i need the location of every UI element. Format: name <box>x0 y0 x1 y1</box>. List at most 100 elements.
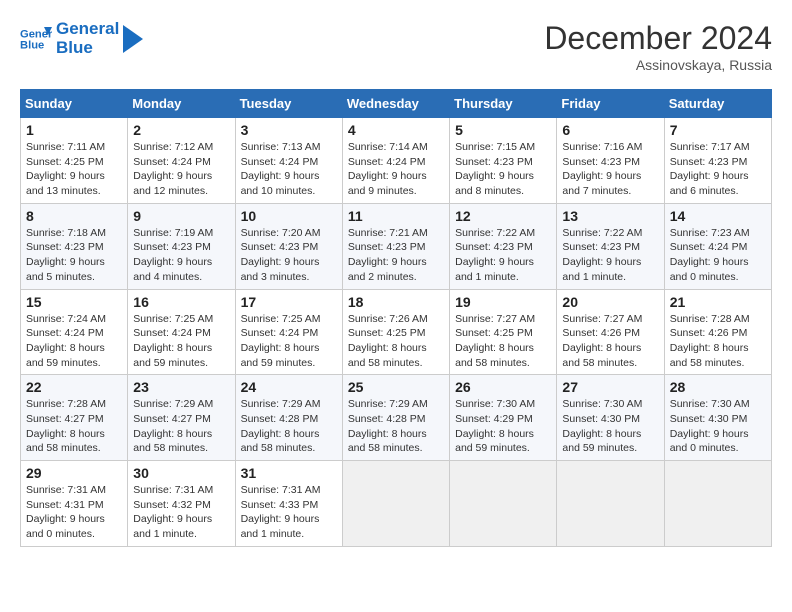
calendar-cell: 16 Sunrise: 7:25 AM Sunset: 4:24 PM Dayli… <box>128 289 235 375</box>
day-info: Sunrise: 7:14 AM Sunset: 4:24 PM Dayligh… <box>348 140 444 199</box>
logo-line1: General <box>56 20 119 39</box>
calendar-week-row: 22 Sunrise: 7:28 AM Sunset: 4:27 PM Dayli… <box>21 375 772 461</box>
title-block: December 2024 Assinovskaya, Russia <box>544 20 772 73</box>
location: Assinovskaya, Russia <box>544 57 772 73</box>
weekday-header-sunday: Sunday <box>21 90 128 118</box>
calendar-cell: 28 Sunrise: 7:30 AM Sunset: 4:30 PM Dayli… <box>664 375 771 461</box>
calendar-cell: 11 Sunrise: 7:21 AM Sunset: 4:23 PM Dayli… <box>342 203 449 289</box>
calendar-week-row: 29 Sunrise: 7:31 AM Sunset: 4:31 PM Dayli… <box>21 461 772 547</box>
day-info: Sunrise: 7:18 AM Sunset: 4:23 PM Dayligh… <box>26 226 122 285</box>
day-number: 7 <box>670 122 766 138</box>
day-number: 28 <box>670 379 766 395</box>
day-number: 21 <box>670 294 766 310</box>
day-info: Sunrise: 7:31 AM Sunset: 4:31 PM Dayligh… <box>26 483 122 542</box>
day-number: 1 <box>26 122 122 138</box>
page-header: General Blue General Blue December 2024 … <box>20 20 772 73</box>
day-number: 5 <box>455 122 551 138</box>
logo-icon: General Blue <box>20 23 52 55</box>
day-number: 18 <box>348 294 444 310</box>
calendar-cell: 9 Sunrise: 7:19 AM Sunset: 4:23 PM Daylig… <box>128 203 235 289</box>
calendar-cell <box>664 461 771 547</box>
calendar-cell: 30 Sunrise: 7:31 AM Sunset: 4:32 PM Dayli… <box>128 461 235 547</box>
calendar-cell: 20 Sunrise: 7:27 AM Sunset: 4:26 PM Dayli… <box>557 289 664 375</box>
day-info: Sunrise: 7:31 AM Sunset: 4:32 PM Dayligh… <box>133 483 229 542</box>
calendar-cell <box>557 461 664 547</box>
calendar-week-row: 15 Sunrise: 7:24 AM Sunset: 4:24 PM Dayli… <box>21 289 772 375</box>
calendar-week-row: 8Sunrise: 7:18 AM Sunset: 4:23 PM Daylig… <box>21 203 772 289</box>
calendar-cell: 3 Sunrise: 7:13 AM Sunset: 4:24 PM Daylig… <box>235 118 342 204</box>
day-number: 26 <box>455 379 551 395</box>
calendar-cell: 2 Sunrise: 7:12 AM Sunset: 4:24 PM Daylig… <box>128 118 235 204</box>
day-info: Sunrise: 7:30 AM Sunset: 4:30 PM Dayligh… <box>562 397 658 456</box>
calendar-cell: 5 Sunrise: 7:15 AM Sunset: 4:23 PM Daylig… <box>450 118 557 204</box>
calendar-cell: 4Sunrise: 7:14 AM Sunset: 4:24 PM Daylig… <box>342 118 449 204</box>
logo-arrow-icon <box>123 25 143 53</box>
day-info: Sunrise: 7:23 AM Sunset: 4:24 PM Dayligh… <box>670 226 766 285</box>
day-number: 30 <box>133 465 229 481</box>
day-number: 14 <box>670 208 766 224</box>
weekday-header-row: SundayMondayTuesdayWednesdayThursdayFrid… <box>21 90 772 118</box>
day-number: 3 <box>241 122 337 138</box>
day-number: 12 <box>455 208 551 224</box>
day-number: 22 <box>26 379 122 395</box>
day-info: Sunrise: 7:28 AM Sunset: 4:27 PM Dayligh… <box>26 397 122 456</box>
day-info: Sunrise: 7:11 AM Sunset: 4:25 PM Dayligh… <box>26 140 122 199</box>
day-info: Sunrise: 7:25 AM Sunset: 4:24 PM Dayligh… <box>133 312 229 371</box>
calendar-cell: 24Sunrise: 7:29 AM Sunset: 4:28 PM Dayli… <box>235 375 342 461</box>
day-number: 31 <box>241 465 337 481</box>
calendar-cell: 31Sunrise: 7:31 AM Sunset: 4:33 PM Dayli… <box>235 461 342 547</box>
calendar-cell: 26 Sunrise: 7:30 AM Sunset: 4:29 PM Dayli… <box>450 375 557 461</box>
day-info: Sunrise: 7:24 AM Sunset: 4:24 PM Dayligh… <box>26 312 122 371</box>
day-info: Sunrise: 7:20 AM Sunset: 4:23 PM Dayligh… <box>241 226 337 285</box>
day-info: Sunrise: 7:17 AM Sunset: 4:23 PM Dayligh… <box>670 140 766 199</box>
day-info: Sunrise: 7:22 AM Sunset: 4:23 PM Dayligh… <box>455 226 551 285</box>
day-number: 19 <box>455 294 551 310</box>
calendar-cell: 19 Sunrise: 7:27 AM Sunset: 4:25 PM Dayli… <box>450 289 557 375</box>
calendar-cell: 14 Sunrise: 7:23 AM Sunset: 4:24 PM Dayli… <box>664 203 771 289</box>
day-info: Sunrise: 7:12 AM Sunset: 4:24 PM Dayligh… <box>133 140 229 199</box>
day-number: 2 <box>133 122 229 138</box>
day-info: Sunrise: 7:13 AM Sunset: 4:24 PM Dayligh… <box>241 140 337 199</box>
day-info: Sunrise: 7:30 AM Sunset: 4:30 PM Dayligh… <box>670 397 766 456</box>
day-info: Sunrise: 7:25 AM Sunset: 4:24 PM Dayligh… <box>241 312 337 371</box>
day-info: Sunrise: 7:29 AM Sunset: 4:27 PM Dayligh… <box>133 397 229 456</box>
weekday-header-monday: Monday <box>128 90 235 118</box>
day-number: 10 <box>241 208 337 224</box>
calendar-cell <box>342 461 449 547</box>
day-number: 24 <box>241 379 337 395</box>
day-info: Sunrise: 7:27 AM Sunset: 4:25 PM Dayligh… <box>455 312 551 371</box>
day-info: Sunrise: 7:22 AM Sunset: 4:23 PM Dayligh… <box>562 226 658 285</box>
calendar-cell: 10 Sunrise: 7:20 AM Sunset: 4:23 PM Dayli… <box>235 203 342 289</box>
day-number: 16 <box>133 294 229 310</box>
calendar-cell: 18Sunrise: 7:26 AM Sunset: 4:25 PM Dayli… <box>342 289 449 375</box>
day-number: 20 <box>562 294 658 310</box>
weekday-header-tuesday: Tuesday <box>235 90 342 118</box>
calendar-cell: 29 Sunrise: 7:31 AM Sunset: 4:31 PM Dayli… <box>21 461 128 547</box>
day-number: 29 <box>26 465 122 481</box>
weekday-header-friday: Friday <box>557 90 664 118</box>
day-info: Sunrise: 7:21 AM Sunset: 4:23 PM Dayligh… <box>348 226 444 285</box>
weekday-header-thursday: Thursday <box>450 90 557 118</box>
calendar-week-row: 1 Sunrise: 7:11 AM Sunset: 4:25 PM Daylig… <box>21 118 772 204</box>
day-info: Sunrise: 7:19 AM Sunset: 4:23 PM Dayligh… <box>133 226 229 285</box>
weekday-header-wednesday: Wednesday <box>342 90 449 118</box>
day-number: 9 <box>133 208 229 224</box>
day-info: Sunrise: 7:27 AM Sunset: 4:26 PM Dayligh… <box>562 312 658 371</box>
day-info: Sunrise: 7:30 AM Sunset: 4:29 PM Dayligh… <box>455 397 551 456</box>
day-info: Sunrise: 7:28 AM Sunset: 4:26 PM Dayligh… <box>670 312 766 371</box>
day-info: Sunrise: 7:15 AM Sunset: 4:23 PM Dayligh… <box>455 140 551 199</box>
calendar-table: SundayMondayTuesdayWednesdayThursdayFrid… <box>20 89 772 547</box>
calendar-cell: 17Sunrise: 7:25 AM Sunset: 4:24 PM Dayli… <box>235 289 342 375</box>
calendar-cell: 21 Sunrise: 7:28 AM Sunset: 4:26 PM Dayli… <box>664 289 771 375</box>
day-info: Sunrise: 7:16 AM Sunset: 4:23 PM Dayligh… <box>562 140 658 199</box>
day-number: 15 <box>26 294 122 310</box>
calendar-cell: 25 Sunrise: 7:29 AM Sunset: 4:28 PM Dayli… <box>342 375 449 461</box>
calendar-cell: 1 Sunrise: 7:11 AM Sunset: 4:25 PM Daylig… <box>21 118 128 204</box>
day-info: Sunrise: 7:29 AM Sunset: 4:28 PM Dayligh… <box>348 397 444 456</box>
day-number: 27 <box>562 379 658 395</box>
day-number: 11 <box>348 208 444 224</box>
calendar-cell: 8Sunrise: 7:18 AM Sunset: 4:23 PM Daylig… <box>21 203 128 289</box>
day-number: 25 <box>348 379 444 395</box>
calendar-cell: 6Sunrise: 7:16 AM Sunset: 4:23 PM Daylig… <box>557 118 664 204</box>
logo-line2: Blue <box>56 39 119 58</box>
